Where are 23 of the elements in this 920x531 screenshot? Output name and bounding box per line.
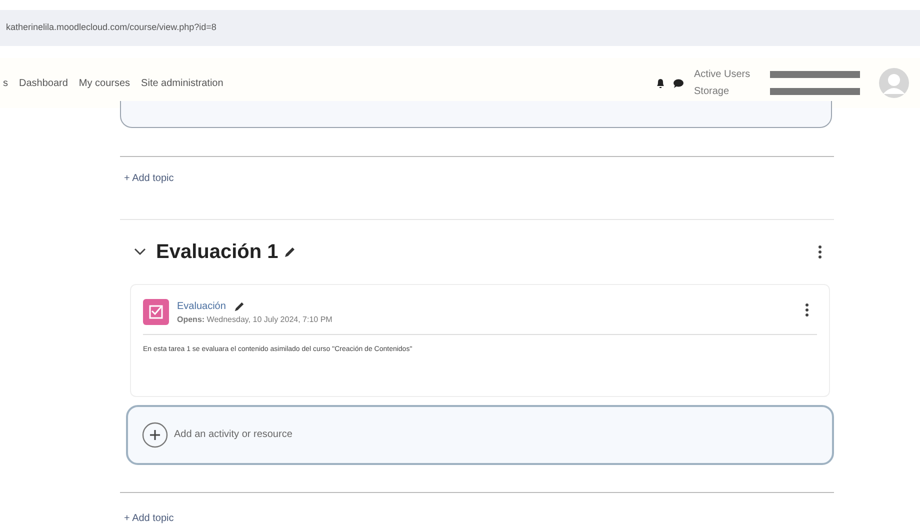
pencil-icon[interactable] [284, 246, 296, 258]
usage-label: Active Users [694, 68, 752, 82]
bell-icon[interactable] [656, 78, 665, 88]
address-bar[interactable]: katherinelila.moodlecloud.com/course/view.php?id=8 [0, 10, 920, 46]
add-topic-link[interactable]: + Add topic [124, 512, 174, 524]
activity-link[interactable]: Evaluación [177, 299, 226, 314]
add-activity-button[interactable]: Add an activity or resource [126, 404, 834, 464]
chat-icon[interactable] [673, 78, 684, 88]
add-topic-link[interactable]: + Add topic [124, 171, 174, 186]
nav-link[interactable]: Site administration [141, 76, 224, 90]
assignment-icon [143, 299, 169, 325]
nav-link[interactable]: Dashboard [19, 76, 68, 90]
more-icon[interactable] [818, 245, 822, 259]
url-text: katherinelila.moodlecloud.com/course/view.php?id=8 [6, 21, 216, 34]
usage-label: Storage [694, 85, 730, 99]
section-title: Evaluación 1 [156, 240, 278, 265]
chevron-icon[interactable] [134, 248, 146, 256]
plus-circle-icon [142, 422, 168, 448]
activity-dates: Opens: Wednesday, 10 July 2024, 7:10 PM [177, 314, 332, 326]
pencil-icon[interactable] [234, 301, 245, 312]
nav-link[interactable]: s [3, 76, 8, 90]
nav-link[interactable]: My courses [78, 76, 130, 90]
more-icon[interactable] [805, 303, 809, 317]
